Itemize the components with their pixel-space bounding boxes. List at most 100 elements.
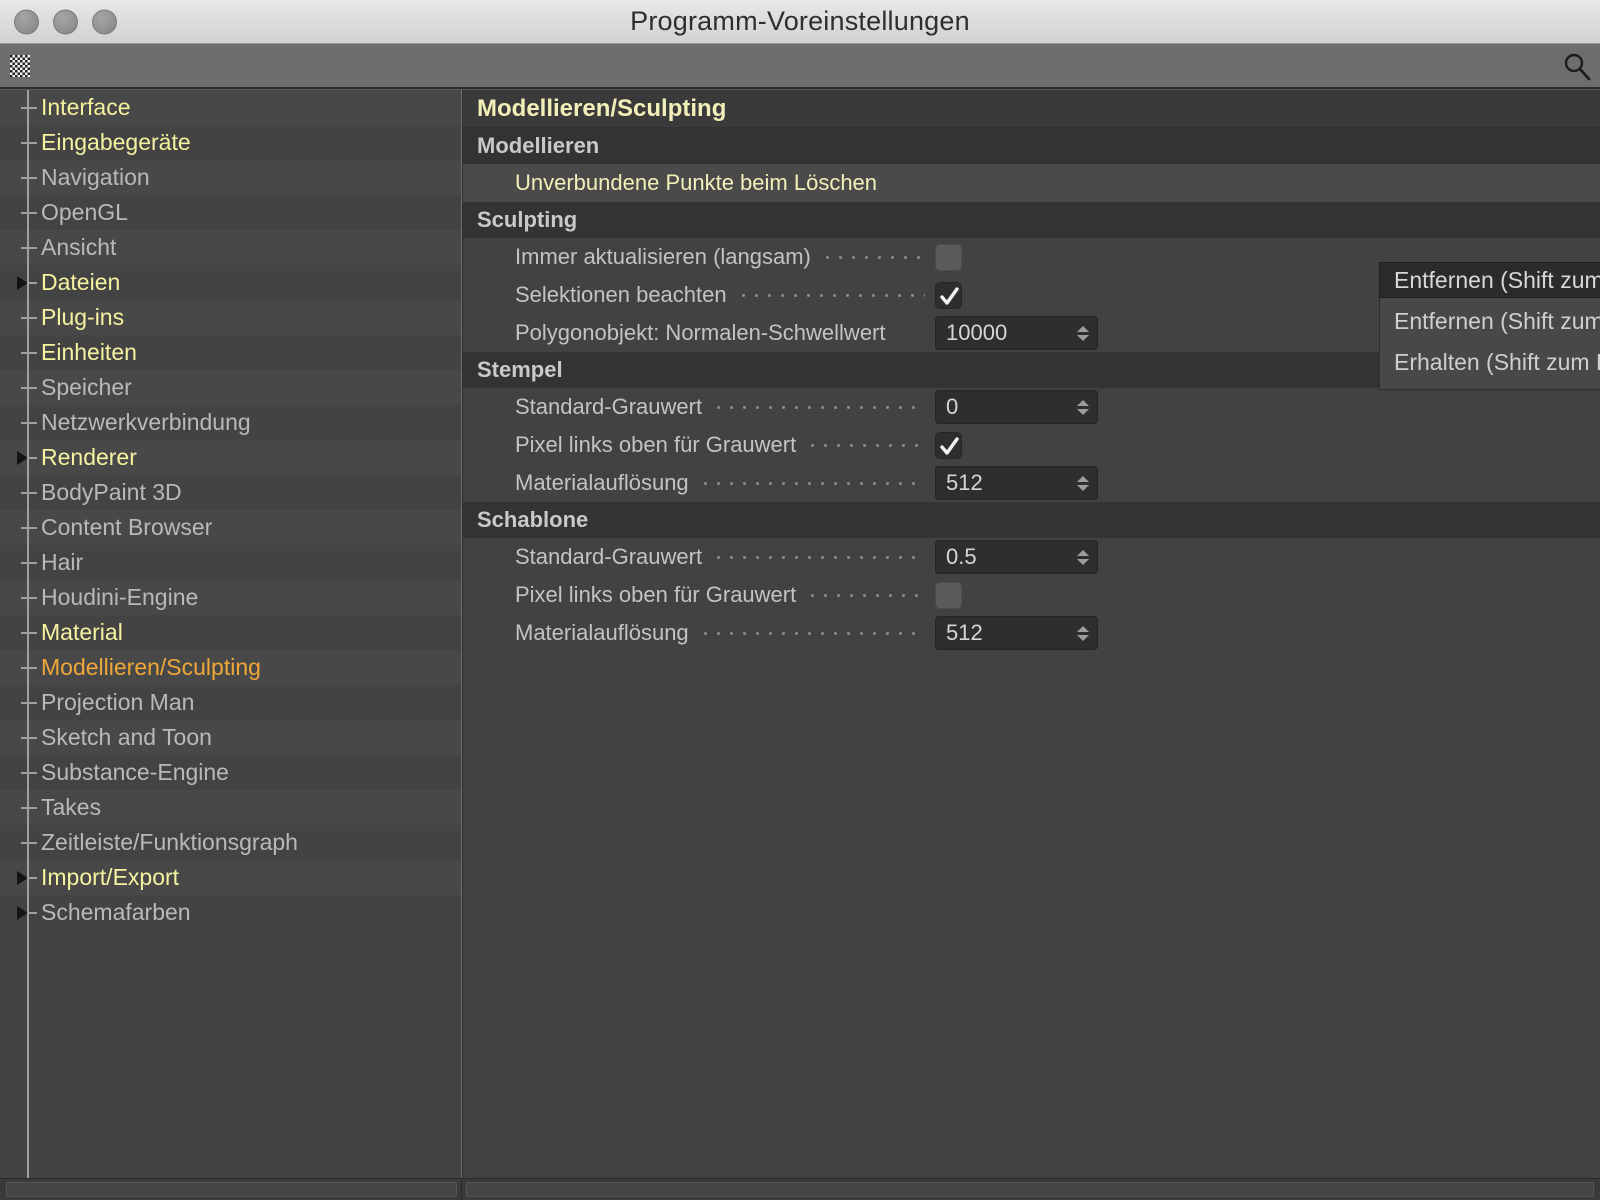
preferences-content: Modellieren/Sculpting Modellieren Unverbu… (462, 90, 1600, 1178)
sidebar-item-opengl[interactable]: OpenGL (0, 195, 461, 230)
sidebar-item-zeitleiste-funktionsgraph[interactable]: Zeitleiste/Funktionsgraph (0, 825, 461, 860)
sidebar-item-einheiten[interactable]: Einheiten (0, 335, 461, 370)
setting-label: Standard-Grauwert (515, 544, 703, 569)
sidebar-item-schemafarben[interactable]: Schemafarben (0, 895, 461, 930)
dropdown-option[interactable]: Erhalten (Shift zum Entfernen) (1380, 342, 1600, 383)
dropdown-option[interactable]: Entfernen (Shift zum Erhalten) (1380, 301, 1600, 342)
zoom-button[interactable] (92, 9, 117, 34)
tree-branch-line (21, 176, 37, 179)
sidebar-item-dateien[interactable]: Dateien (0, 265, 461, 300)
control-slot: 0 (935, 390, 1590, 424)
sidebar-item-interface[interactable]: Interface (0, 90, 461, 125)
sidebar-item-label: BodyPaint 3D (41, 479, 182, 505)
dropdown-selected-label: Entfernen (Shift zum Erhalten) (1394, 266, 1600, 293)
sidebar-item-label: OpenGL (41, 199, 128, 225)
content-horizontal-scrollbar[interactable] (462, 1179, 1600, 1200)
stepper-arrows-icon[interactable] (1077, 399, 1089, 415)
sidebar-item-projection-man[interactable]: Projection Man (0, 685, 461, 720)
sidebar-item-content-browser[interactable]: Content Browser (0, 510, 461, 545)
control-slot: 0.5 (935, 540, 1590, 574)
tree-branch-line (21, 246, 37, 249)
close-button[interactable] (14, 9, 39, 34)
scrollbar-thumb[interactable] (6, 1182, 457, 1197)
number-input[interactable]: 0 (935, 390, 1098, 424)
sidebar-horizontal-scrollbar[interactable] (0, 1179, 462, 1200)
number-input[interactable]: 0.5 (935, 540, 1098, 574)
sidebar-item-label: Takes (41, 794, 102, 820)
number-value: 0 (946, 394, 959, 419)
setting-label: Immer aktualisieren (langsam) (515, 244, 811, 269)
sidebar-item-label: Content Browser (41, 514, 213, 540)
sidebar-item-label: Renderer (41, 444, 137, 470)
setting-label: Materialauflösung (515, 620, 689, 645)
tree-branch-line (21, 421, 37, 424)
stepper-arrows-icon[interactable] (1077, 549, 1089, 565)
checkbox[interactable] (935, 243, 962, 271)
sidebar-item-label: Netzwerkverbindung (41, 409, 251, 435)
sidebar-item-label: Hair (41, 549, 84, 575)
section-header: Schablone (463, 502, 1600, 538)
preferences-sidebar[interactable]: Interface Eingabegeräte Navigation OpenGL An… (0, 90, 462, 1178)
sidebar-item-bodypaint-3d[interactable]: BodyPaint 3D (0, 475, 461, 510)
sidebar-item-sketch-and-toon[interactable]: Sketch and Toon (0, 720, 461, 755)
sidebar-item-label: Eingabegeräte (41, 129, 191, 155)
number-input[interactable]: 512 (935, 616, 1098, 650)
sidebar-item-ansicht[interactable]: Ansicht (0, 230, 461, 265)
settings-row: Pixel links oben für Grauwert (463, 426, 1600, 464)
sidebar-item-substance-engine[interactable]: Substance-Engine (0, 755, 461, 790)
unconnected-points-dropdown[interactable]: Entfernen (Shift zum Erhalten) Entfernen… (1379, 262, 1600, 390)
sidebar-item-label: Modellieren/Sculpting (41, 654, 261, 680)
sidebar-item-hair[interactable]: Hair (0, 545, 461, 580)
sidebar-item-eingabeger-te[interactable]: Eingabegeräte (0, 125, 461, 160)
sidebar-item-takes[interactable]: Takes (0, 790, 461, 825)
scrollbar-thumb[interactable] (466, 1182, 1594, 1197)
sidebar-item-import-export[interactable]: Import/Export (0, 860, 461, 895)
sidebar-item-speicher[interactable]: Speicher (0, 370, 461, 405)
checkbox[interactable] (935, 281, 962, 309)
window-titlebar: Programm-Voreinstellungen (0, 0, 1600, 44)
sidebar-item-label: Ansicht (41, 234, 117, 260)
sidebar-nav-list: Interface Eingabegeräte Navigation OpenGL An… (0, 90, 461, 930)
dot-leader (698, 472, 925, 494)
sidebar-item-modellieren-sculpting[interactable]: Modellieren/Sculpting (0, 650, 461, 685)
control-slot: 512 (935, 616, 1590, 650)
sidebar-item-label: Schemafarben (41, 899, 191, 925)
setting-label: Standard-Grauwert (515, 394, 703, 419)
sidebar-item-label: Navigation (41, 164, 150, 190)
tree-branch-line (21, 211, 37, 214)
sidebar-item-renderer[interactable]: Renderer (0, 440, 461, 475)
stepper-arrows-icon[interactable] (1077, 625, 1089, 641)
control-slot (935, 431, 1590, 459)
dot-leader (896, 322, 926, 344)
tree-spine (27, 90, 29, 1178)
settings-row: Materialauflösung 512 (463, 614, 1600, 652)
stepper-arrows-icon[interactable] (1077, 325, 1089, 341)
sidebar-item-navigation[interactable]: Navigation (0, 160, 461, 195)
number-input[interactable]: 10000 (935, 316, 1098, 350)
search-icon[interactable] (1562, 51, 1592, 81)
sidebar-item-houdini-engine[interactable]: Houdini-Engine (0, 580, 461, 615)
settings-row: Standard-Grauwert 0.5 (463, 538, 1600, 576)
sidebar-item-label: Dateien (41, 269, 121, 295)
dot-leader (712, 396, 925, 418)
page-title: Modellieren/Sculpting (463, 90, 1600, 128)
sidebar-item-label: Sketch and Toon (41, 724, 212, 750)
tree-branch-line (21, 736, 37, 739)
dropdown-closed-value[interactable]: Entfernen (Shift zum Erhalten) (1379, 262, 1600, 298)
sidebar-item-plug-ins[interactable]: Plug-ins (0, 300, 461, 335)
sidebar-item-material[interactable]: Material (0, 615, 461, 650)
stepper-arrows-icon[interactable] (1077, 475, 1089, 491)
check-icon (940, 286, 959, 305)
drag-grip-icon[interactable] (10, 54, 30, 77)
checkbox[interactable] (935, 581, 962, 609)
settings-row: Unverbundene Punkte beim Löschen (463, 164, 1600, 202)
sidebar-item-label: Speicher (41, 374, 132, 400)
window-controls (14, 9, 117, 34)
sidebar-item-netzwerkverbindung[interactable]: Netzwerkverbindung (0, 405, 461, 440)
minimize-button[interactable] (53, 9, 78, 34)
number-input[interactable]: 512 (935, 466, 1098, 500)
setting-label: Materialauflösung (515, 470, 689, 495)
checkbox[interactable] (935, 431, 962, 459)
sidebar-item-label: Import/Export (41, 864, 180, 890)
setting-label: Unverbundene Punkte beim Löschen (515, 170, 878, 195)
